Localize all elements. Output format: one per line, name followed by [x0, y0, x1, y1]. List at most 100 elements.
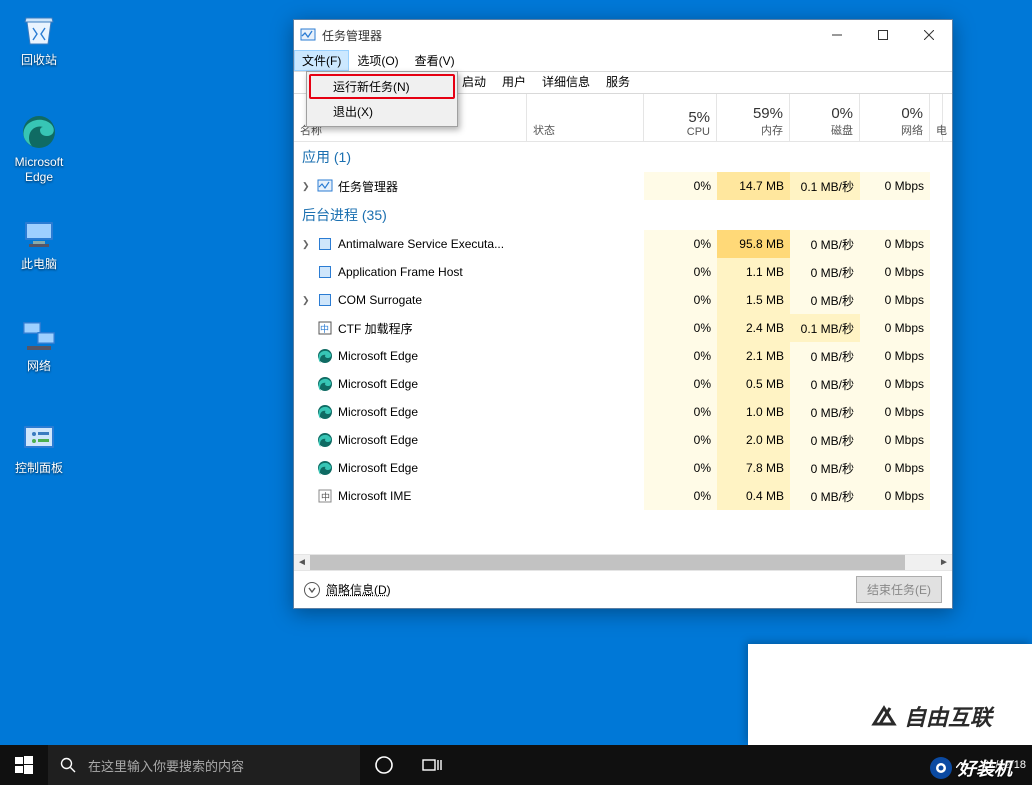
- taskbar: 在这里输入你要搜索的内容 21/12/18: [0, 745, 1032, 785]
- tab-startup[interactable]: 启动: [454, 70, 494, 93]
- cell-name: 中CTF 加载程序: [294, 314, 527, 342]
- col-disk[interactable]: 0% 磁盘: [790, 94, 860, 141]
- process-row[interactable]: Microsoft Edge0%2.0 MB0 MB/秒0 Mbps: [294, 426, 952, 454]
- process-name: Antimalware Service Executa...: [338, 237, 504, 251]
- cell-cpu: 0%: [644, 342, 717, 370]
- cell-name: ❯任务管理器: [294, 172, 527, 200]
- process-row[interactable]: Microsoft Edge0%2.1 MB0 MB/秒0 Mbps: [294, 342, 952, 370]
- col-memory[interactable]: 59% 内存: [717, 94, 790, 141]
- process-name: Microsoft Edge: [338, 377, 418, 391]
- cell-disk: 0 MB/秒: [790, 230, 860, 258]
- desktop-icon-2[interactable]: 此电脑: [2, 214, 76, 272]
- cell-status: [527, 370, 644, 398]
- process-row[interactable]: ❯任务管理器0%14.7 MB0.1 MB/秒0 Mbps: [294, 172, 952, 200]
- cell-cpu: 0%: [644, 426, 717, 454]
- cell-status: [527, 426, 644, 454]
- process-icon: [317, 264, 333, 280]
- process-icon: [317, 376, 333, 392]
- process-row[interactable]: Microsoft Edge0%1.0 MB0 MB/秒0 Mbps: [294, 398, 952, 426]
- cell-disk: 0 MB/秒: [790, 370, 860, 398]
- col-power[interactable]: 电: [930, 94, 943, 141]
- popup-shadow: [748, 644, 1032, 745]
- cell-cpu: 0%: [644, 370, 717, 398]
- grid-body[interactable]: 应用 (1)❯任务管理器0%14.7 MB0.1 MB/秒0 Mbps后台进程 …: [294, 142, 952, 554]
- cell-network: 0 Mbps: [860, 370, 930, 398]
- menu-file[interactable]: 文件(F): [294, 50, 349, 71]
- expander-icon[interactable]: ❯: [302, 181, 312, 192]
- cell-name: Application Frame Host: [294, 258, 527, 286]
- scroll-right-icon[interactable]: ►: [936, 557, 952, 568]
- col-cpu[interactable]: 5% CPU: [644, 94, 717, 141]
- cell-disk: 0 MB/秒: [790, 258, 860, 286]
- menu-exit[interactable]: 退出(X): [309, 99, 455, 124]
- desktop-icon-label: 控制面板: [2, 461, 76, 476]
- col-network[interactable]: 0% 网络: [860, 94, 930, 141]
- desktop-icon-label: Microsoft Edge: [2, 155, 76, 185]
- fewer-details-icon[interactable]: [304, 582, 320, 598]
- window-title: 任务管理器: [322, 27, 382, 44]
- col-status[interactable]: 状态: [527, 94, 644, 141]
- fewer-details-link[interactable]: 简略信息(D): [326, 581, 391, 598]
- menu-view[interactable]: 查看(V): [407, 50, 463, 71]
- cell-memory: 2.4 MB: [717, 314, 790, 342]
- desktop-icon-0[interactable]: 回收站: [2, 10, 76, 68]
- process-row[interactable]: ❯COM Surrogate0%1.5 MB0 MB/秒0 Mbps: [294, 286, 952, 314]
- cell-disk: 0 MB/秒: [790, 454, 860, 482]
- cell-memory: 2.1 MB: [717, 342, 790, 370]
- process-name: CTF 加载程序: [338, 320, 413, 337]
- process-row[interactable]: 中Microsoft IME0%0.4 MB0 MB/秒0 Mbps: [294, 482, 952, 510]
- process-name: COM Surrogate: [338, 293, 422, 307]
- close-button[interactable]: [906, 20, 952, 50]
- network-icon: [19, 316, 59, 356]
- cell-disk: 0.1 MB/秒: [790, 314, 860, 342]
- menu-options[interactable]: 选项(O): [349, 50, 406, 71]
- process-row[interactable]: Microsoft Edge 0%0.5 MB0 MB/秒0 Mbps: [294, 370, 952, 398]
- process-row[interactable]: 中CTF 加载程序0%2.4 MB0.1 MB/秒0 Mbps: [294, 314, 952, 342]
- process-row[interactable]: Application Frame Host0%1.1 MB0 MB/秒0 Mb…: [294, 258, 952, 286]
- system-tray[interactable]: 21/12/18: [947, 745, 1032, 785]
- cell-disk: 0 MB/秒: [790, 286, 860, 314]
- cortana-icon[interactable]: [360, 745, 408, 785]
- taskbar-search[interactable]: 在这里输入你要搜索的内容: [48, 745, 360, 785]
- cell-network: 0 Mbps: [860, 230, 930, 258]
- panel-icon: [19, 418, 59, 458]
- maximize-button[interactable]: [860, 20, 906, 50]
- cell-memory: 0.5 MB: [717, 370, 790, 398]
- tab-users[interactable]: 用户: [494, 70, 534, 93]
- process-name: Application Frame Host: [338, 265, 463, 279]
- desktop-icon-1[interactable]: Microsoft Edge: [2, 112, 76, 185]
- minimize-button[interactable]: [814, 20, 860, 50]
- process-icon: [317, 178, 333, 194]
- task-manager-icon: [300, 27, 316, 43]
- titlebar[interactable]: 任务管理器: [294, 20, 952, 50]
- process-icon: [317, 460, 333, 476]
- cell-status: [527, 286, 644, 314]
- task-view-icon[interactable]: [408, 745, 456, 785]
- process-row[interactable]: Microsoft Edge0%7.8 MB0 MB/秒0 Mbps: [294, 454, 952, 482]
- start-button[interactable]: [0, 745, 48, 785]
- tab-details[interactable]: 详细信息: [534, 70, 598, 93]
- desktop-icon-4[interactable]: 控制面板: [2, 418, 76, 476]
- tray-chevron-up-icon[interactable]: [947, 759, 975, 771]
- scroll-thumb[interactable]: [310, 555, 905, 570]
- cell-disk: 0 MB/秒: [790, 398, 860, 426]
- cell-status: [527, 230, 644, 258]
- horizontal-scrollbar[interactable]: ◄ ►: [294, 554, 952, 570]
- cell-status: [527, 314, 644, 342]
- cell-network: 0 Mbps: [860, 426, 930, 454]
- file-menu: 运行新任务(N) 退出(X): [306, 71, 458, 127]
- end-task-button[interactable]: 结束任务(E): [856, 576, 942, 603]
- tab-services[interactable]: 服务: [598, 70, 638, 93]
- desktop-icon-3[interactable]: 网络: [2, 316, 76, 374]
- cell-cpu: 0%: [644, 454, 717, 482]
- menu-run-new-task[interactable]: 运行新任务(N): [309, 74, 455, 99]
- expander-icon[interactable]: ❯: [302, 295, 312, 306]
- cell-name: ❯ COM Surrogate: [294, 286, 527, 314]
- process-row[interactable]: ❯Antimalware Service Executa...0%95.8 MB…: [294, 230, 952, 258]
- process-name: Microsoft Edge: [338, 461, 418, 475]
- cell-name: Microsoft Edge: [294, 398, 527, 426]
- expander-icon[interactable]: ❯: [302, 239, 312, 250]
- cell-name: Microsoft Edge: [294, 342, 527, 370]
- tray-date[interactable]: 21/12/18: [983, 759, 1026, 771]
- scroll-left-icon[interactable]: ◄: [294, 557, 310, 568]
